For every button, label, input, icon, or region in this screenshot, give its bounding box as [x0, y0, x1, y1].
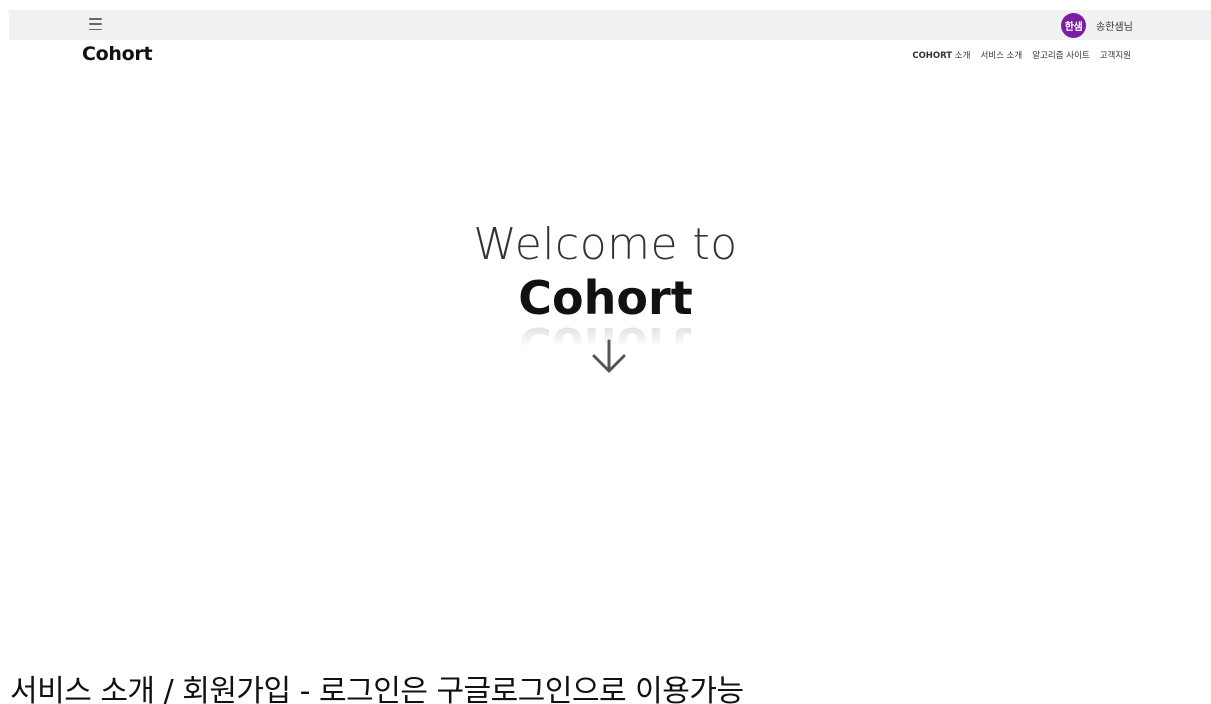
page-caption: 서비스 소개 / 회원가입 - 로그인은 구글로그인으로 이용가능 [10, 674, 744, 704]
nav-item-support[interactable]: 고객지원 [1100, 49, 1131, 61]
nav-item-cohort-intro[interactable]: COHORT 소개 [912, 49, 970, 61]
nav-item-algorithm-sites[interactable]: 알고리즘 사이트 [1032, 49, 1089, 61]
hero-section: Welcome to Cohort Cohort [0, 219, 1211, 372]
hero-welcome-text: Welcome to [473, 219, 738, 270]
hamburger-menu-icon[interactable] [89, 18, 102, 30]
nav-item-strong: COHORT [912, 51, 953, 61]
top-bar: 한샘 송한샘님 [9, 10, 1211, 40]
username-label[interactable]: 송한샘님 [1096, 18, 1133, 33]
nav-item-label: 소개 [952, 51, 971, 61]
main-nav: COHORT 소개 서비스 소개 알고리즘 사이트 고객지원 [912, 49, 1131, 61]
hero-brand-label: Cohort [518, 271, 693, 325]
avatar[interactable]: 한샘 [1061, 13, 1086, 38]
arrow-down-icon[interactable] [589, 338, 629, 376]
hero-brand-text: Cohort Cohort [518, 271, 693, 371]
nav-item-service-intro[interactable]: 서비스 소개 [980, 49, 1022, 61]
brand-logo[interactable]: Cohort [82, 43, 153, 65]
